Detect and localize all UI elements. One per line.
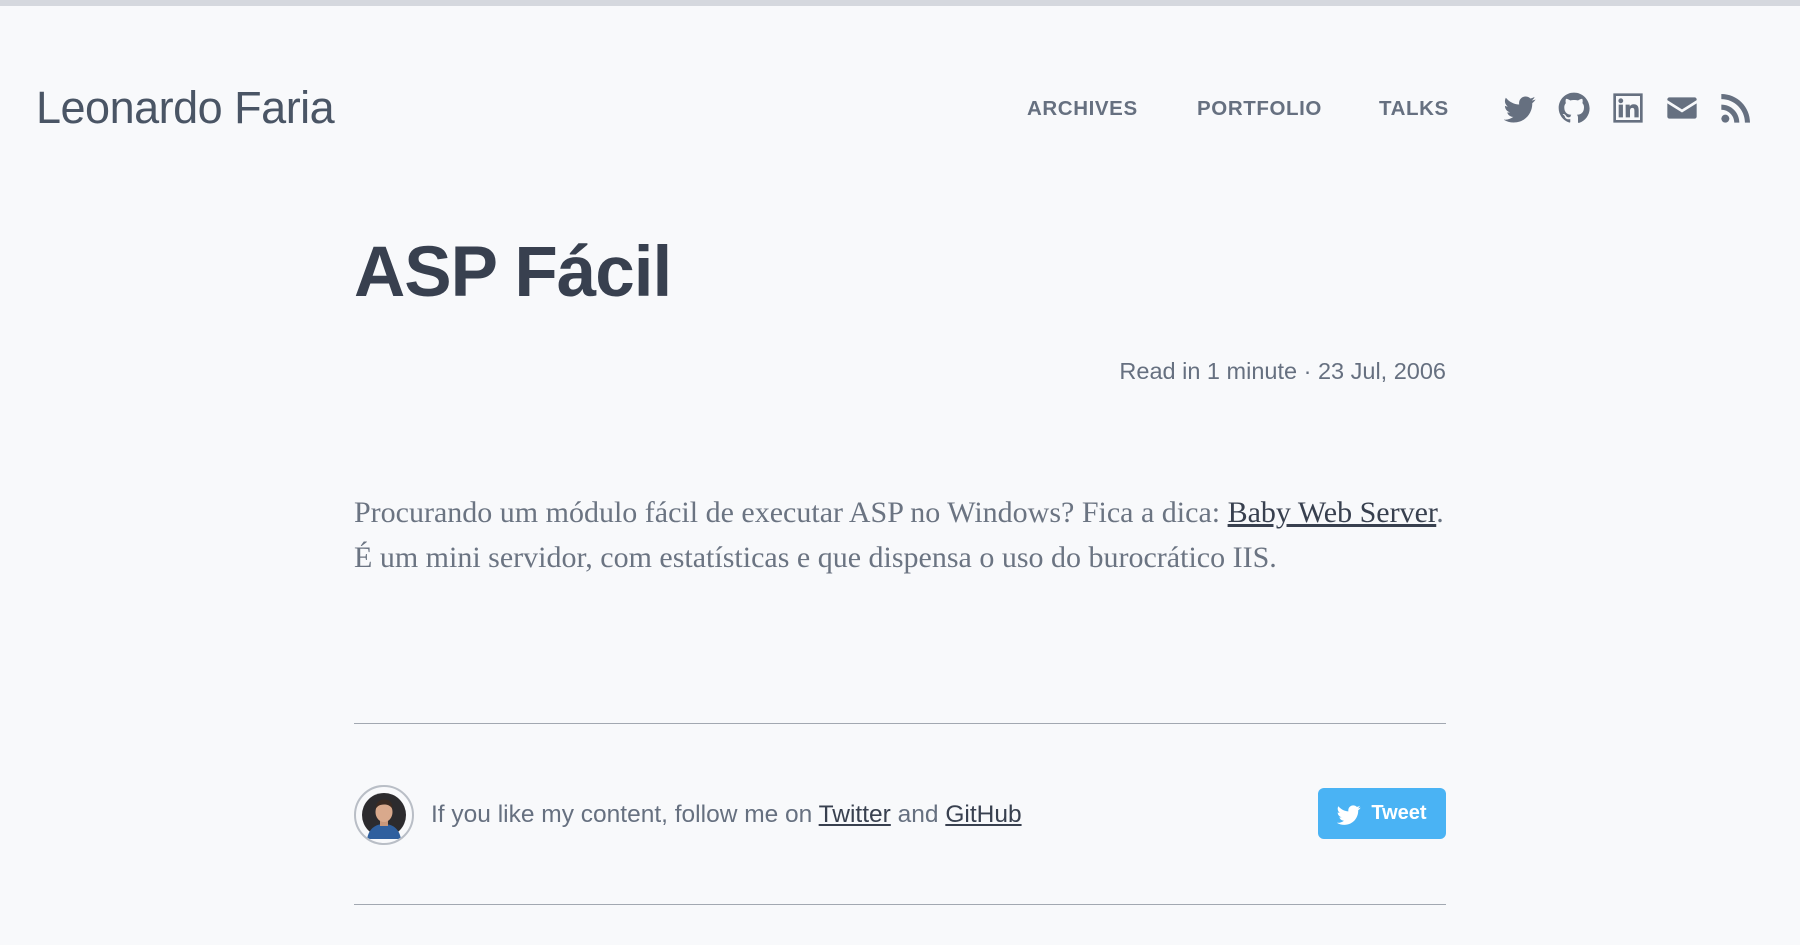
- nav-portfolio-link[interactable]: PORTFOLIO: [1197, 97, 1322, 121]
- github-icon[interactable]: [1558, 92, 1590, 124]
- divider-bottom: [354, 904, 1446, 905]
- post-title: ASP Fácil: [354, 233, 672, 312]
- twitter-icon[interactable]: [1504, 92, 1536, 124]
- rss-icon[interactable]: [1720, 92, 1752, 124]
- post-body-text-before: Procurando um módulo fácil de executar A…: [354, 496, 1228, 529]
- linkedin-icon[interactable]: [1612, 92, 1644, 124]
- tweet-button-label: Tweet: [1371, 802, 1427, 824]
- follow-text-conjunction: and: [890, 801, 946, 828]
- post-body: Procurando um módulo fácil de executar A…: [354, 490, 1446, 580]
- github-profile-link[interactable]: GitHub: [945, 801, 1021, 828]
- twitter-profile-link[interactable]: Twitter: [819, 801, 891, 828]
- follow-text-intro: If you like my content, follow me on: [431, 801, 819, 828]
- site-header: Leonardo Faria ARCHIVES PORTFOLIO TALKS: [0, 6, 1800, 206]
- divider-top: [354, 723, 1446, 724]
- avatar: [354, 785, 414, 845]
- site-title-link[interactable]: Leonardo Faria: [36, 82, 335, 134]
- post-meta: Read in 1 minute · 23 Jul, 2006: [1119, 358, 1446, 384]
- baby-web-server-link[interactable]: Baby Web Server: [1228, 496, 1437, 529]
- nav-archives-link[interactable]: ARCHIVES: [1027, 97, 1138, 121]
- tweet-button[interactable]: Tweet: [1318, 788, 1446, 839]
- nav-talks-link[interactable]: TALKS: [1379, 97, 1449, 121]
- email-icon[interactable]: [1666, 92, 1698, 124]
- follow-text: If you like my content, follow me on Twi…: [431, 801, 1022, 829]
- twitter-bird-icon: [1337, 804, 1361, 825]
- follow-section: If you like my content, follow me on Twi…: [354, 785, 1446, 845]
